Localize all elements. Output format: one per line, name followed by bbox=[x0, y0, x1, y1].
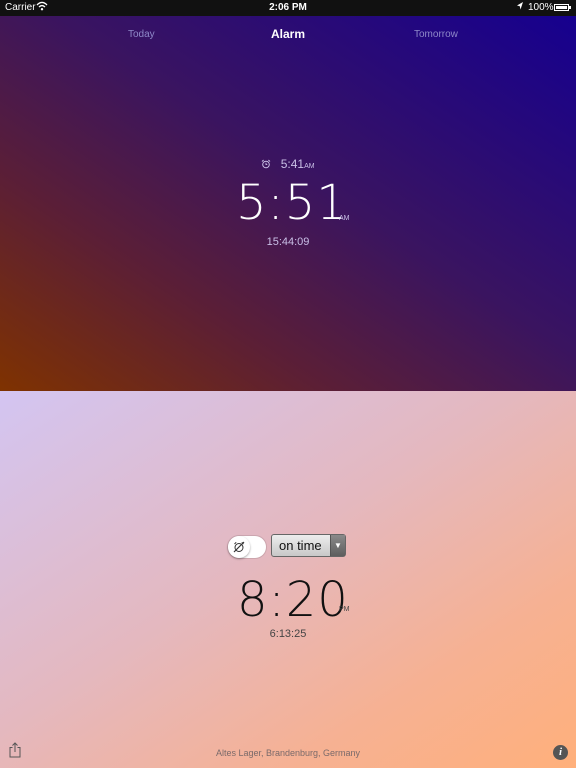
alarm-set-ampm: AM bbox=[304, 163, 315, 170]
location-label: Altes Lager, Brandenburg, Germany bbox=[215, 748, 361, 758]
location-arrow-icon bbox=[516, 1, 524, 14]
tab-tomorrow[interactable]: Tomorrow bbox=[414, 29, 458, 40]
battery-percent: 100% bbox=[528, 2, 554, 13]
alarm-toggle[interactable] bbox=[228, 536, 266, 558]
alarm-set-time: 5:41AM bbox=[0, 157, 576, 171]
wake-time-ampm: AM bbox=[339, 215, 350, 222]
status-time: 2:06 PM bbox=[269, 2, 307, 13]
wake-time[interactable]: 5:51 bbox=[236, 179, 348, 227]
timing-mode-value: on time bbox=[279, 538, 322, 553]
dropdown-arrow-icon[interactable]: ▼ bbox=[330, 535, 345, 556]
alarm-panel: Today Alarm Tomorrow 5:41AM 5:51 AM 15:4… bbox=[0, 16, 576, 391]
tab-alarm[interactable]: Alarm bbox=[0, 27, 576, 41]
timing-mode-select[interactable]: on time ▼ bbox=[271, 534, 346, 557]
bedtime-countdown: 6:13:25 bbox=[269, 628, 307, 640]
bedtime-ampm: PM bbox=[339, 606, 350, 613]
info-icon[interactable]: i bbox=[553, 745, 568, 760]
wake-countdown: 15:44:09 bbox=[266, 236, 310, 248]
bedtime-time[interactable]: 8:20 bbox=[237, 576, 349, 624]
battery-icon bbox=[554, 4, 571, 11]
alarm-clock-icon bbox=[261, 157, 280, 171]
status-bar: Carrier 2:06 PM 100% bbox=[0, 0, 576, 16]
alarm-set-value: 5:41 bbox=[280, 157, 305, 171]
